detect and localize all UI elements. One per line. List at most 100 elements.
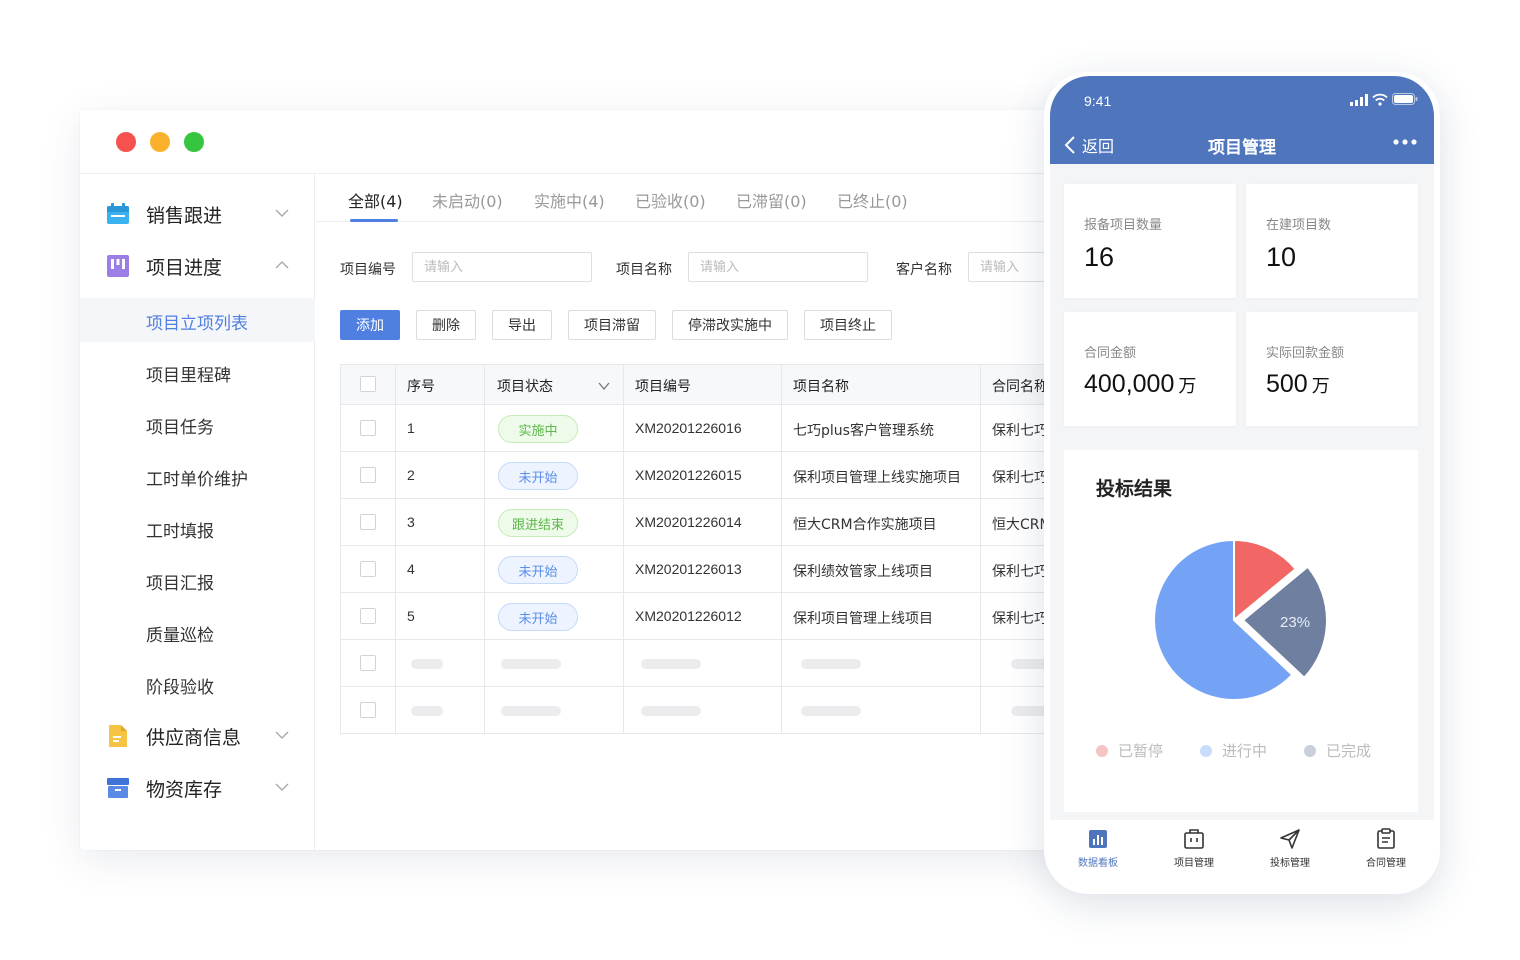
- status-badge: 未开始: [498, 462, 578, 490]
- window-maximize-button[interactable]: [184, 132, 204, 152]
- filter-label-project-code: 项目编号: [340, 262, 396, 278]
- legend-item-in-progress[interactable]: 进行中: [1200, 740, 1267, 761]
- chevron-down-icon: [275, 783, 289, 791]
- skeleton-bar: [641, 659, 701, 669]
- column-header-status[interactable]: 项目状态: [497, 376, 553, 396]
- stat-card-received-amount[interactable]: 实际回款金额 500 万: [1246, 312, 1418, 426]
- column-header-index: 序号: [407, 379, 435, 395]
- mobile-header: 9:41 返回 项目管理: [1050, 76, 1434, 164]
- skeleton-bar: [801, 659, 861, 669]
- row-project-code: XM20201226013: [635, 561, 742, 577]
- sidebar-group-project-progress[interactable]: 项目进度: [80, 240, 315, 292]
- tab-terminated[interactable]: 已终止(0): [837, 188, 908, 212]
- tab-data-dashboard[interactable]: 数据看板: [1058, 828, 1138, 869]
- stat-value: 16: [1084, 242, 1115, 272]
- archive-box-icon: [107, 778, 129, 798]
- skeleton-bar: [411, 659, 443, 669]
- column-header-contract-name: 合同名称: [992, 379, 1048, 395]
- table-row[interactable]: 1 实施中 XM20201226016 七巧plus客户管理系统 保利七巧: [341, 405, 1099, 452]
- table-row[interactable]: 4 未开始 XM20201226013 保利绩效管家上线项目 保利七巧: [341, 546, 1099, 593]
- clipboard-icon: [1377, 828, 1395, 849]
- sidebar-group-label: 项目进度: [146, 257, 223, 279]
- row-project-name: 保利绩效管家上线项目: [793, 564, 933, 580]
- row-checkbox[interactable]: [360, 702, 376, 718]
- delete-button[interactable]: 删除: [416, 310, 476, 340]
- table-row-placeholder: [341, 687, 1099, 734]
- sidebar-item-label: 项目立项列表: [146, 314, 248, 334]
- table-row[interactable]: 3 跟进结束 XM20201226014 恒大CRM合作实施项目 恒大CRM: [341, 499, 1099, 546]
- stat-card-contract-amount[interactable]: 合同金额 400,000 万: [1064, 312, 1236, 426]
- row-checkbox[interactable]: [360, 561, 376, 577]
- chevron-down-icon: [275, 209, 289, 217]
- row-contract-name: 保利七巧: [992, 564, 1048, 580]
- tab-label: 投标管理: [1270, 858, 1310, 869]
- tab-contract-management[interactable]: 合同管理: [1346, 828, 1426, 869]
- table-row[interactable]: 5 未开始 XM20201226012 保利项目管理上线项目 保利七巧: [341, 593, 1099, 640]
- briefcase-icon: [1184, 829, 1204, 849]
- tab-all[interactable]: 全部(4): [348, 188, 403, 212]
- legend-dot: [1096, 744, 1108, 757]
- row-project-name: 保利项目管理上线实施项目: [793, 470, 961, 486]
- row-checkbox[interactable]: [360, 467, 376, 483]
- tab-accepted[interactable]: 已验收(0): [635, 188, 706, 212]
- tab-bid-management[interactable]: 投标管理: [1250, 828, 1330, 869]
- legend-item-completed[interactable]: 已完成: [1304, 740, 1371, 761]
- stat-unit: 万: [1311, 376, 1330, 397]
- stat-card-reported-projects[interactable]: 报备项目数量 16: [1064, 184, 1236, 298]
- chart-title: 投标结果: [1096, 478, 1173, 500]
- row-contract-name: 保利七巧: [992, 423, 1048, 439]
- sidebar-group-inventory[interactable]: 物资库存: [80, 762, 315, 814]
- filter-label-customer-name: 客户名称: [896, 262, 952, 278]
- tab-project-management[interactable]: 项目管理: [1154, 828, 1234, 869]
- export-button[interactable]: 导出: [492, 310, 552, 340]
- sidebar-item-project-list[interactable]: 项目立项列表: [80, 298, 315, 342]
- sidebar-item-milestones[interactable]: 项目里程碑: [80, 350, 315, 394]
- sidebar-group-label: 销售跟进: [146, 205, 223, 227]
- legend-item-paused[interactable]: 已暂停: [1096, 740, 1163, 761]
- sidebar-item-label: 项目任务: [146, 418, 214, 438]
- project-code-input[interactable]: 请输入: [412, 252, 592, 282]
- row-checkbox[interactable]: [360, 608, 376, 624]
- window-minimize-button[interactable]: [150, 132, 170, 152]
- select-all-checkbox[interactable]: [360, 376, 376, 392]
- sidebar-group-label: 供应商信息: [146, 727, 242, 749]
- tab-stalled[interactable]: 已滞留(0): [736, 188, 807, 212]
- table-row[interactable]: 2 未开始 XM20201226015 保利项目管理上线实施项目 保利七巧: [341, 452, 1099, 499]
- sidebar-item-report[interactable]: 项目汇报: [80, 558, 315, 602]
- table-row-placeholder: [341, 640, 1099, 687]
- tab-in-progress[interactable]: 实施中(4): [534, 188, 605, 212]
- row-index: 2: [407, 467, 415, 483]
- row-checkbox[interactable]: [360, 655, 376, 671]
- sidebar-item-timesheet[interactable]: 工时填报: [80, 506, 315, 550]
- tab-label: 项目管理: [1174, 858, 1214, 869]
- project-stall-button[interactable]: 项目滞留: [568, 310, 656, 340]
- window-close-button[interactable]: [116, 132, 136, 152]
- sidebar-item-tasks[interactable]: 项目任务: [80, 402, 315, 446]
- sidebar-item-quality-inspection[interactable]: 质量巡检: [80, 610, 315, 654]
- mobile-tab-bar: 数据看板 项目管理 投标管理 合同管理: [1050, 820, 1434, 888]
- project-name-input[interactable]: 请输入: [688, 252, 868, 282]
- active-tab-indicator: [350, 219, 398, 222]
- sidebar-item-label: 项目里程碑: [146, 366, 231, 386]
- resume-implementation-button[interactable]: 停滞改实施中: [672, 310, 788, 340]
- mobile-phone: 9:41 返回 项目管理 报备项目数量 16 在建项目数 10 合同金额 400…: [1044, 72, 1440, 894]
- chevron-down-icon[interactable]: [597, 379, 611, 393]
- tab-not-started[interactable]: 未启动(0): [432, 188, 503, 212]
- sidebar-group-sales-follow[interactable]: 销售跟进: [80, 188, 315, 240]
- sidebar-item-stage-acceptance[interactable]: 阶段验收: [80, 662, 315, 706]
- more-icon[interactable]: [1392, 137, 1418, 147]
- sidebar-item-label: 项目汇报: [146, 574, 214, 594]
- stat-card-active-projects[interactable]: 在建项目数 10: [1246, 184, 1418, 298]
- row-checkbox[interactable]: [360, 420, 376, 436]
- status-badge: 未开始: [498, 556, 578, 584]
- bid-result-pie-chart: 23%: [1153, 538, 1328, 701]
- project-terminate-button[interactable]: 项目终止: [804, 310, 892, 340]
- sidebar-group-supplier[interactable]: 供应商信息: [80, 710, 315, 762]
- stat-value: 10: [1266, 242, 1297, 272]
- add-button[interactable]: 添加: [340, 310, 400, 340]
- row-checkbox[interactable]: [360, 514, 376, 530]
- row-index: 5: [407, 608, 415, 624]
- sidebar-item-label: 阶段验收: [146, 678, 214, 698]
- sidebar-item-hourly-rate[interactable]: 工时单价维护: [80, 454, 315, 498]
- row-project-code: XM20201226014: [635, 514, 742, 530]
